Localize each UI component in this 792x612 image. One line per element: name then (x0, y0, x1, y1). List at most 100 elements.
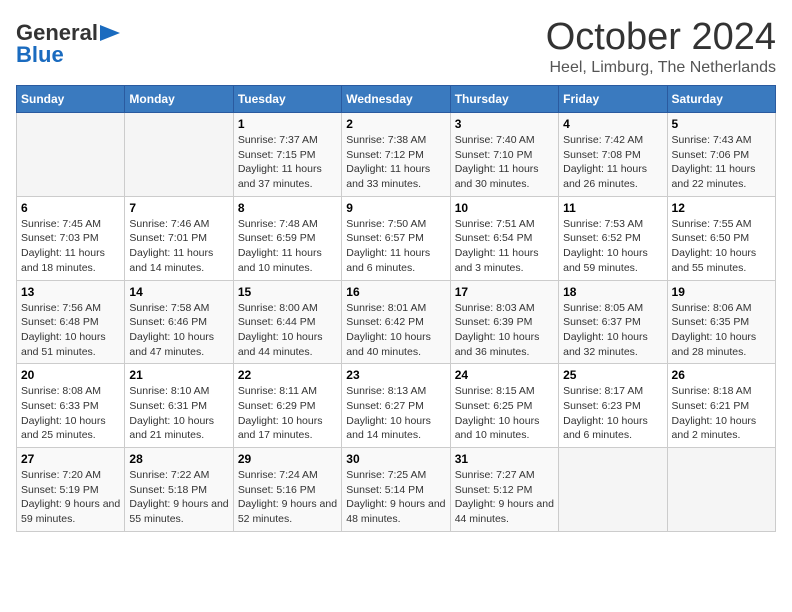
calendar-day-cell: 24 Sunrise: 8:15 AM Sunset: 6:25 PM Dayli… (450, 364, 558, 448)
day-number: 10 (455, 201, 554, 215)
day-number: 17 (455, 285, 554, 299)
day-number: 7 (129, 201, 228, 215)
day-info: Sunrise: 7:43 AM Sunset: 7:06 PM Dayligh… (672, 134, 756, 190)
day-number: 18 (563, 285, 662, 299)
calendar-day-cell: 20Sunrise: 8:08 AM Sunset: 6:33 PM Dayli… (17, 364, 125, 448)
calendar-week-row: 13 Sunrise: 7:56 AM Sunset: 6:48 PM Dayli… (17, 280, 776, 364)
day-number: 22 (238, 368, 337, 382)
calendar-day-cell: 26 Sunrise: 8:18 AM Sunset: 6:21 PM Dayli… (667, 364, 775, 448)
day-number: 8 (238, 201, 337, 215)
day-info: Sunrise: 7:55 AM Sunset: 6:50 PM Dayligh… (672, 218, 757, 274)
day-info: Sunrise: 8:06 AM Sunset: 6:35 PM Dayligh… (672, 302, 757, 358)
logo: General Blue (16, 20, 120, 68)
location-subtitle: Heel, Limburg, The Netherlands (546, 59, 776, 77)
day-info: Sunrise: 7:37 AM Sunset: 7:15 PM Dayligh… (238, 134, 322, 190)
day-number: 6 (21, 201, 120, 215)
day-info: Sunrise: 7:50 AM Sunset: 6:57 PM Dayligh… (346, 218, 430, 274)
day-info: Sunrise: 7:53 AM Sunset: 6:52 PM Dayligh… (563, 218, 648, 274)
day-info: Sunrise: 7:45 AM Sunset: 7:03 PM Dayligh… (21, 218, 105, 274)
day-info: Sunrise: 8:13 AM Sunset: 6:27 PM Dayligh… (346, 385, 431, 441)
day-number: 4 (563, 117, 662, 131)
day-number: 20 (21, 368, 120, 382)
day-number: 2 (346, 117, 445, 131)
day-number: 12 (672, 201, 771, 215)
calendar-body: 1 Sunrise: 7:37 AM Sunset: 7:15 PM Daylig… (17, 113, 776, 532)
calendar-day-cell (125, 113, 233, 197)
calendar-day-cell (559, 448, 667, 532)
calendar-day-cell (17, 113, 125, 197)
calendar-day-cell: 10 Sunrise: 7:51 AM Sunset: 6:54 PM Dayli… (450, 196, 558, 280)
calendar-day-cell: 5Sunrise: 7:43 AM Sunset: 7:06 PM Daylig… (667, 113, 775, 197)
calendar-day-cell: 19 Sunrise: 8:06 AM Sunset: 6:35 PM Dayli… (667, 280, 775, 364)
calendar-day-cell: 4 Sunrise: 7:42 AM Sunset: 7:08 PM Daylig… (559, 113, 667, 197)
calendar-table: SundayMondayTuesdayWednesdayThursdayFrid… (16, 85, 776, 532)
calendar-day-cell: 3Sunrise: 7:40 AM Sunset: 7:10 PM Daylig… (450, 113, 558, 197)
calendar-day-cell: 12 Sunrise: 7:55 AM Sunset: 6:50 PM Dayli… (667, 196, 775, 280)
day-number: 16 (346, 285, 445, 299)
weekday-header-cell: Wednesday (342, 86, 450, 113)
day-info: Sunrise: 7:58 AM Sunset: 6:46 PM Dayligh… (129, 302, 214, 358)
weekday-header-cell: Monday (125, 86, 233, 113)
day-number: 13 (21, 285, 120, 299)
day-info: Sunrise: 7:46 AM Sunset: 7:01 PM Dayligh… (129, 218, 213, 274)
day-info: Sunrise: 7:25 AM Sunset: 5:14 PM Dayligh… (346, 469, 445, 525)
day-number: 1 (238, 117, 337, 131)
day-info: Sunrise: 7:42 AM Sunset: 7:08 PM Dayligh… (563, 134, 647, 190)
weekday-header-cell: Sunday (17, 86, 125, 113)
calendar-day-cell: 11Sunrise: 7:53 AM Sunset: 6:52 PM Dayli… (559, 196, 667, 280)
calendar-day-cell: 9 Sunrise: 7:50 AM Sunset: 6:57 PM Daylig… (342, 196, 450, 280)
calendar-week-row: 6 Sunrise: 7:45 AM Sunset: 7:03 PM Daylig… (17, 196, 776, 280)
weekday-header-cell: Thursday (450, 86, 558, 113)
day-info: Sunrise: 8:11 AM Sunset: 6:29 PM Dayligh… (238, 385, 323, 441)
calendar-day-cell: 22 Sunrise: 8:11 AM Sunset: 6:29 PM Dayli… (233, 364, 341, 448)
calendar-day-cell: 25 Sunrise: 8:17 AM Sunset: 6:23 PM Dayli… (559, 364, 667, 448)
calendar-week-row: 20Sunrise: 8:08 AM Sunset: 6:33 PM Dayli… (17, 364, 776, 448)
day-info: Sunrise: 7:20 AM Sunset: 5:19 PM Dayligh… (21, 469, 120, 525)
weekday-header-cell: Friday (559, 86, 667, 113)
calendar-day-cell: 30Sunrise: 7:25 AM Sunset: 5:14 PM Dayli… (342, 448, 450, 532)
day-info: Sunrise: 7:48 AM Sunset: 6:59 PM Dayligh… (238, 218, 322, 274)
calendar-day-cell: 13 Sunrise: 7:56 AM Sunset: 6:48 PM Dayli… (17, 280, 125, 364)
calendar-day-cell: 27 Sunrise: 7:20 AM Sunset: 5:19 PM Dayli… (17, 448, 125, 532)
calendar-day-cell: 1 Sunrise: 7:37 AM Sunset: 7:15 PM Daylig… (233, 113, 341, 197)
day-number: 26 (672, 368, 771, 382)
title-block: October 2024 Heel, Limburg, The Netherla… (546, 16, 776, 77)
day-info: Sunrise: 8:17 AM Sunset: 6:23 PM Dayligh… (563, 385, 648, 441)
calendar-day-cell: 29Sunrise: 7:24 AM Sunset: 5:16 PM Dayli… (233, 448, 341, 532)
calendar-day-cell: 15Sunrise: 8:00 AM Sunset: 6:44 PM Dayli… (233, 280, 341, 364)
calendar-day-cell: 17 Sunrise: 8:03 AM Sunset: 6:39 PM Dayli… (450, 280, 558, 364)
day-number: 25 (563, 368, 662, 382)
day-info: Sunrise: 7:56 AM Sunset: 6:48 PM Dayligh… (21, 302, 106, 358)
day-info: Sunrise: 7:51 AM Sunset: 6:54 PM Dayligh… (455, 218, 539, 274)
day-info: Sunrise: 8:18 AM Sunset: 6:21 PM Dayligh… (672, 385, 757, 441)
page-header: General Blue October 2024 Heel, Limburg,… (16, 16, 776, 77)
weekday-header-row: SundayMondayTuesdayWednesdayThursdayFrid… (17, 86, 776, 113)
day-number: 3 (455, 117, 554, 131)
day-info: Sunrise: 7:22 AM Sunset: 5:18 PM Dayligh… (129, 469, 228, 525)
logo-arrow-icon (100, 25, 120, 41)
day-number: 29 (238, 452, 337, 466)
day-number: 24 (455, 368, 554, 382)
calendar-day-cell: 7 Sunrise: 7:46 AM Sunset: 7:01 PM Daylig… (125, 196, 233, 280)
day-info: Sunrise: 8:10 AM Sunset: 6:31 PM Dayligh… (129, 385, 214, 441)
calendar-day-cell: 2Sunrise: 7:38 AM Sunset: 7:12 PM Daylig… (342, 113, 450, 197)
day-number: 28 (129, 452, 228, 466)
day-number: 27 (21, 452, 120, 466)
calendar-day-cell: 28 Sunrise: 7:22 AM Sunset: 5:18 PM Dayli… (125, 448, 233, 532)
day-number: 9 (346, 201, 445, 215)
calendar-day-cell: 14Sunrise: 7:58 AM Sunset: 6:46 PM Dayli… (125, 280, 233, 364)
calendar-day-cell (667, 448, 775, 532)
weekday-header-cell: Saturday (667, 86, 775, 113)
day-info: Sunrise: 8:01 AM Sunset: 6:42 PM Dayligh… (346, 302, 431, 358)
day-number: 15 (238, 285, 337, 299)
day-info: Sunrise: 8:03 AM Sunset: 6:39 PM Dayligh… (455, 302, 540, 358)
day-info: Sunrise: 8:15 AM Sunset: 6:25 PM Dayligh… (455, 385, 540, 441)
calendar-day-cell: 23Sunrise: 8:13 AM Sunset: 6:27 PM Dayli… (342, 364, 450, 448)
day-number: 19 (672, 285, 771, 299)
calendar-week-row: 1 Sunrise: 7:37 AM Sunset: 7:15 PM Daylig… (17, 113, 776, 197)
day-number: 31 (455, 452, 554, 466)
day-info: Sunrise: 8:05 AM Sunset: 6:37 PM Dayligh… (563, 302, 648, 358)
calendar-day-cell: 6 Sunrise: 7:45 AM Sunset: 7:03 PM Daylig… (17, 196, 125, 280)
calendar-day-cell: 31Sunrise: 7:27 AM Sunset: 5:12 PM Dayli… (450, 448, 558, 532)
calendar-day-cell: 16 Sunrise: 8:01 AM Sunset: 6:42 PM Dayli… (342, 280, 450, 364)
